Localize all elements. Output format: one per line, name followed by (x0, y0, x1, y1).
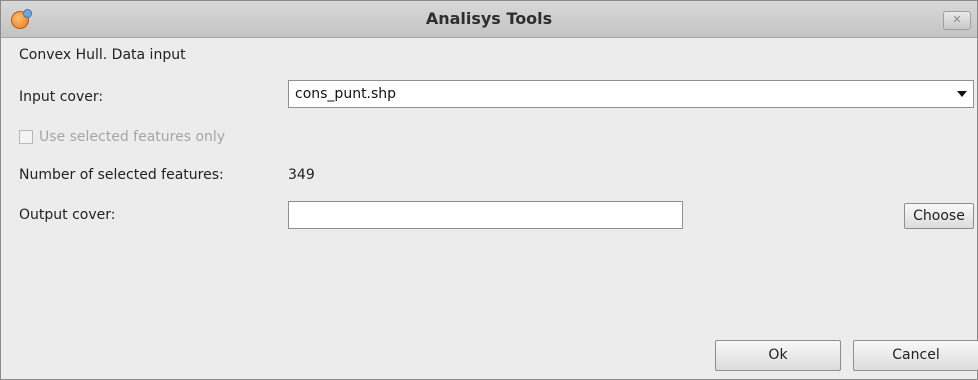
use-selected-checkbox[interactable] (19, 130, 33, 144)
chevron-down-icon[interactable] (957, 91, 967, 97)
close-button[interactable]: ✕ (943, 11, 971, 30)
input-cover-label: Input cover: (19, 89, 104, 105)
ok-button[interactable]: Ok (715, 340, 841, 371)
output-cover-label: Output cover: (19, 207, 116, 223)
analysis-tools-dialog: Analisys Tools ✕ Convex Hull. Data input… (0, 0, 978, 380)
input-cover-value: cons_punt.shp (295, 86, 397, 102)
title-bar[interactable]: Analisys Tools ✕ (1, 1, 977, 38)
cancel-button[interactable]: Cancel (853, 340, 978, 371)
input-cover-select[interactable]: cons_punt.shp (288, 80, 974, 108)
selected-count-value: 349 (288, 167, 315, 183)
window-title: Analisys Tools (425, 9, 553, 28)
section-heading: Convex Hull. Data input (19, 47, 186, 63)
choose-button[interactable]: Choose (904, 203, 974, 229)
output-cover-field[interactable] (288, 201, 683, 229)
dialog-content: Convex Hull. Data input Input cover: con… (9, 38, 978, 379)
selected-count-label: Number of selected features: (19, 167, 224, 183)
use-selected-label: Use selected features only (39, 129, 226, 145)
